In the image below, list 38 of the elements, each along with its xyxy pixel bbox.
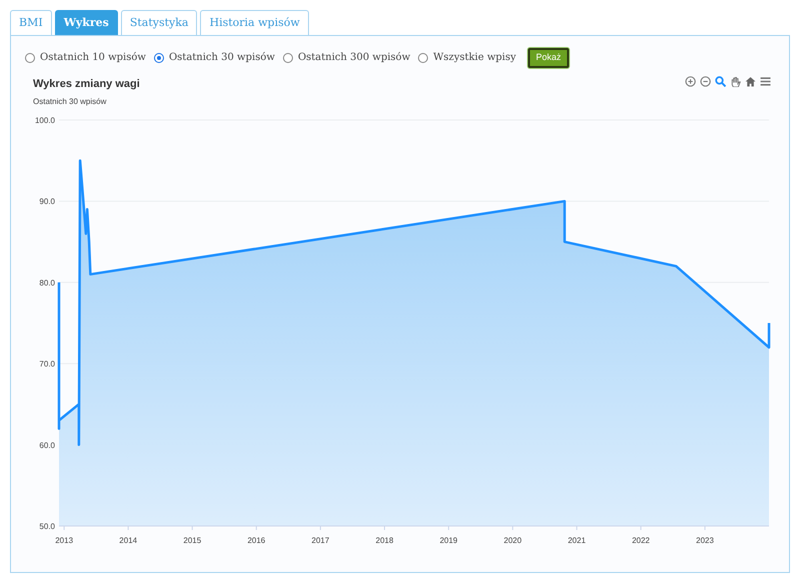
tab[interactable]: BMI: [10, 10, 52, 35]
y-axis-label: 100.0: [34, 116, 55, 125]
zoom-in-icon[interactable]: [685, 76, 696, 86]
x-axis-label: 2018: [376, 536, 394, 545]
radio-button[interactable]: [418, 52, 428, 63]
tab[interactable]: Wykres: [54, 10, 118, 35]
x-axis-label: 2021: [568, 536, 586, 545]
tab[interactable]: Historia wpisów: [200, 10, 309, 35]
chart-title: Wykres zmiany wagi: [33, 76, 140, 92]
x-axis-label: 2015: [183, 536, 202, 545]
tab[interactable]: Statystyka: [120, 10, 198, 35]
home-icon[interactable]: [745, 76, 756, 86]
radio-button[interactable]: [154, 52, 164, 63]
hand-icon[interactable]: [730, 76, 741, 86]
radio-button[interactable]: [25, 52, 35, 63]
x-axis-label: 2019: [440, 536, 458, 545]
y-axis-label: 90.0: [39, 197, 55, 206]
menu-icon[interactable]: [760, 76, 771, 86]
radio-label[interactable]: Ostatnich 30 wpisów: [168, 50, 275, 66]
zoom-out-icon[interactable]: [700, 76, 711, 86]
x-axis-label: 2013: [55, 536, 74, 545]
y-axis-label: 80.0: [39, 278, 55, 288]
x-axis-label: 2017: [312, 536, 330, 545]
y-axis-label: 70.0: [39, 360, 55, 369]
y-axis-label: 60.0: [39, 440, 55, 450]
radio-label[interactable]: Wszystkie wpisy: [433, 50, 516, 66]
search-icon[interactable]: [715, 76, 726, 86]
x-axis-label: 2014: [119, 536, 138, 545]
x-axis-label: 2020: [504, 536, 522, 545]
x-axis-label: 2016: [247, 536, 266, 545]
x-axis-label: 2023: [696, 536, 714, 545]
y-axis-label: 50.0: [39, 522, 55, 531]
chart-subtitle: Ostatnich 30 wpisów: [33, 96, 108, 108]
x-axis-label: 2022: [632, 536, 650, 545]
radio-button[interactable]: [282, 52, 293, 63]
show-button[interactable]: Pokaż: [528, 48, 570, 68]
radio-label[interactable]: Ostatnich 300 wpisów: [298, 50, 410, 66]
radio-label[interactable]: Ostatnich 10 wpisów: [40, 50, 146, 66]
